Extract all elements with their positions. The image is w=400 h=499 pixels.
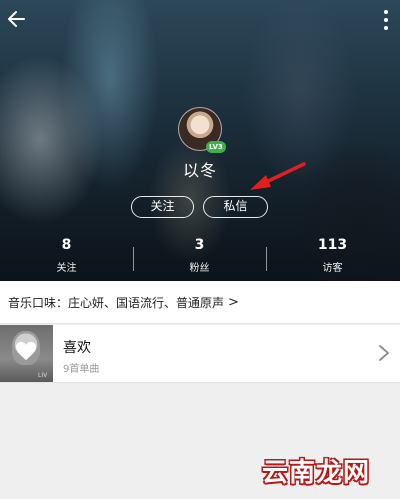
music-taste-text: 音乐口味：庄心妍、国语流行、普通原声 bbox=[8, 295, 225, 310]
stat-label: 粉丝 bbox=[189, 263, 210, 274]
stat-value: 3 bbox=[194, 237, 205, 253]
stat-visitors[interactable]: 113 访客 bbox=[266, 237, 399, 274]
more-vertical-icon bbox=[384, 10, 388, 14]
stat-fans[interactable]: 3 粉丝 bbox=[133, 237, 266, 274]
playlist-subtitle: 9首单曲 bbox=[63, 364, 100, 375]
heart-icon bbox=[16, 341, 36, 361]
message-button[interactable]: 私信 bbox=[203, 196, 268, 218]
level-badge: LV3 bbox=[206, 141, 226, 153]
chevron-right-icon: > bbox=[228, 294, 239, 310]
nickname: 以冬 bbox=[182, 161, 217, 180]
stat-following[interactable]: 8 关注 bbox=[0, 237, 133, 274]
playlist-cover: LIV bbox=[0, 325, 53, 382]
annotation-arrow-icon bbox=[250, 162, 306, 190]
chevron-right-icon bbox=[379, 345, 389, 361]
watermark: 云南龙网 bbox=[262, 458, 371, 488]
stat-value: 113 bbox=[317, 237, 348, 253]
follow-button[interactable]: 关注 bbox=[131, 196, 194, 218]
more-menu-button[interactable] bbox=[378, 8, 394, 32]
playlist-item-liked[interactable]: LIV 喜欢 9首单曲 bbox=[0, 325, 400, 383]
profile-header: LV3 以冬 关注 私信 8 关注 3 粉丝 113 访客 bbox=[0, 0, 400, 281]
back-button[interactable] bbox=[4, 6, 30, 32]
stat-value: 8 bbox=[61, 237, 72, 253]
stat-label: 访客 bbox=[322, 263, 343, 274]
cover-label: LIV bbox=[38, 372, 48, 379]
playlist-title: 喜欢 bbox=[63, 340, 91, 356]
stat-label: 关注 bbox=[56, 263, 77, 274]
music-taste-row[interactable]: 音乐口味：庄心妍、国语流行、普通原声 > bbox=[0, 281, 400, 324]
back-arrow-icon bbox=[8, 11, 25, 27]
